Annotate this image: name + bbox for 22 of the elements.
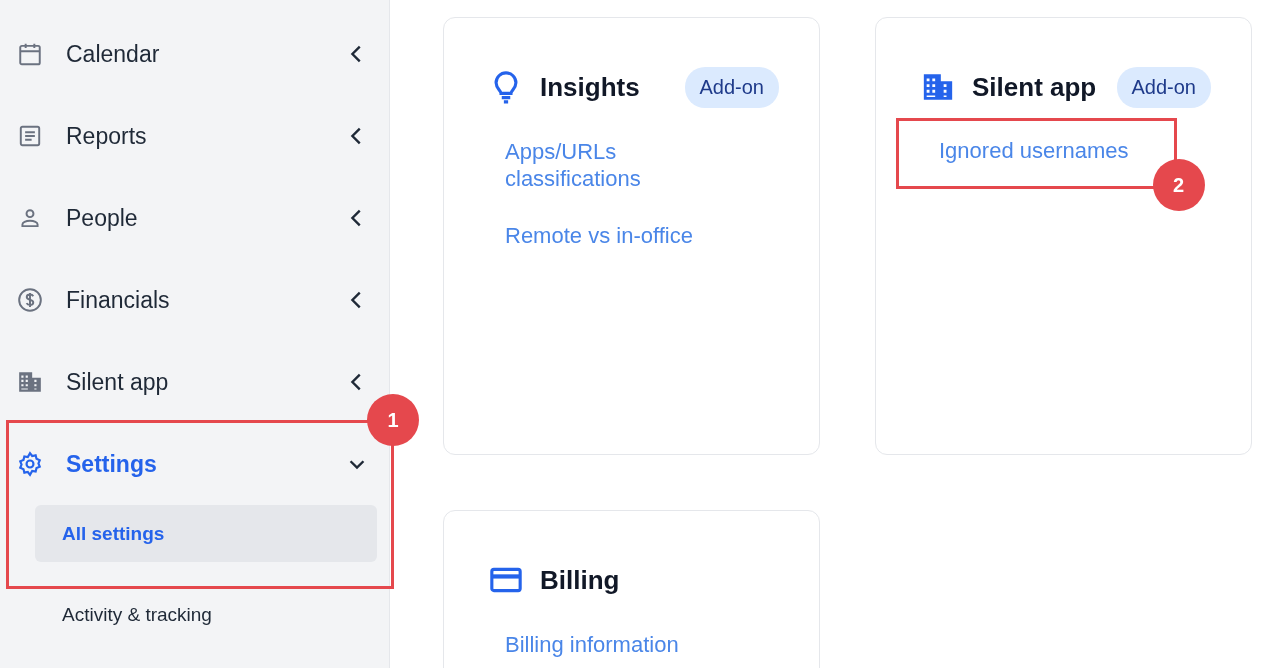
sidebar-item[interactable]: Reports xyxy=(0,95,390,177)
card-title: Insights xyxy=(540,71,641,103)
sidebar-subitem[interactable]: Activity & tracking xyxy=(35,586,375,643)
settings-link[interactable]: Billing information xyxy=(505,631,679,658)
card-title: Silent app xyxy=(972,71,1098,103)
dollar-icon xyxy=(17,287,43,313)
add-on-badge: Add-on xyxy=(684,66,779,108)
building-icon xyxy=(17,369,43,395)
add-on-badge: Add-on xyxy=(1116,66,1211,108)
sidebar-item[interactable]: Calendar xyxy=(0,13,390,95)
sidebar-item[interactable]: Financials xyxy=(0,259,390,341)
sidebar-subitem[interactable]: All settings xyxy=(35,505,377,562)
document-icon xyxy=(17,123,43,149)
settings-link[interactable]: Apps/URLs classifications xyxy=(505,138,735,192)
card-title: Billing xyxy=(540,564,621,596)
settings-link[interactable]: Ignored usernames xyxy=(939,137,1129,164)
settings-link[interactable]: Remote vs in-office xyxy=(505,222,693,249)
step-badge: 1 xyxy=(367,394,419,446)
step-badge: 2 xyxy=(1152,159,1205,211)
settings-icon xyxy=(17,451,43,477)
calendar-icon xyxy=(17,41,43,67)
sidebar-item[interactable]: People xyxy=(0,177,390,259)
